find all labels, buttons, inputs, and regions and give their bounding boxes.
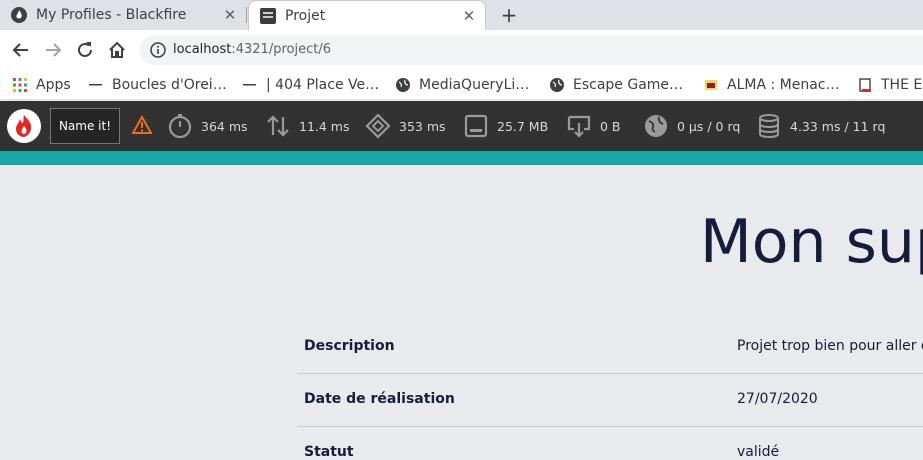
page-icon <box>857 77 873 93</box>
metric-io-time[interactable]: 11.4 ms <box>265 112 350 140</box>
detail-row-date: Date de réalisation 27/07/2020 <box>298 374 923 427</box>
blackfire-favicon-icon <box>11 7 27 23</box>
bookmark-label: MediaQueryLi… <box>419 77 530 93</box>
detail-label: Description <box>304 338 395 354</box>
tab-divider <box>246 7 247 23</box>
home-icon[interactable] <box>106 39 128 61</box>
new-tab-button[interactable]: + <box>498 4 520 26</box>
bookmark-apps[interactable]: Apps <box>12 73 71 97</box>
metric-memory[interactable]: 25.7 MB <box>463 112 548 140</box>
metric-http[interactable]: 0 µs / 0 rq <box>643 112 740 140</box>
tab-title: My Profiles - Blackfire <box>36 7 187 23</box>
close-tab-icon[interactable]: ✕ <box>220 6 240 24</box>
bookmark-escape-game[interactable]: Escape Game… <box>549 73 683 97</box>
bookmark-label: Apps <box>36 77 71 93</box>
name-it-button[interactable]: Name it! <box>50 108 120 144</box>
metric-value: 364 ms <box>201 118 248 134</box>
io-arrows-icon <box>267 115 289 137</box>
metric-sql[interactable]: 4.33 ms / 11 rq <box>756 112 885 140</box>
bookmark-boucles[interactable]: Boucles d'Orei… <box>88 73 227 97</box>
network-icon <box>567 115 591 138</box>
database-icon <box>759 114 779 139</box>
bookmark-label: Boucles d'Orei… <box>112 77 227 93</box>
bookmark-the-es[interactable]: THE ES <box>857 73 923 97</box>
tab-title: Projet <box>285 7 326 24</box>
apps-grid-icon <box>12 77 28 93</box>
metric-value: 4.33 ms / 11 rq <box>790 118 886 134</box>
blackfire-toolbar: Name it! 364 ms 11.4 ms 353 ms 25.7 MB 0… <box>0 101 923 151</box>
http-globe-icon <box>645 115 667 137</box>
metric-value: 25.7 MB <box>497 118 549 134</box>
globe-icon <box>549 77 565 93</box>
metric-value: 0 µs / 0 rq <box>677 118 741 134</box>
bookmark-label: ALMA : Menac… <box>727 77 840 93</box>
metric-cpu-time[interactable]: 353 ms <box>365 112 446 140</box>
tab-my-profiles-blackfire[interactable]: My Profiles - Blackfire ✕ <box>0 0 246 30</box>
metric-wall-time[interactable]: 364 ms <box>167 112 248 140</box>
blackfire-flame-icon[interactable] <box>7 109 41 143</box>
warning-icon[interactable] <box>131 114 153 139</box>
detail-row-status: Statut validé <box>298 427 923 460</box>
bookmark-mediaqueryli[interactable]: MediaQueryLi… <box>395 73 529 97</box>
back-arrow-icon[interactable] <box>10 39 32 61</box>
metric-network[interactable]: 0 B <box>566 112 621 140</box>
bookmark-label: | 404 Place Ve… <box>266 77 380 93</box>
page-favicon-icon <box>260 7 276 24</box>
cpu-icon <box>365 113 391 139</box>
detail-value: Projet trop bien pour aller da <box>737 338 923 354</box>
alma-icon <box>703 77 719 93</box>
tab-projet[interactable]: Projet ✕ <box>248 0 486 30</box>
url-text: localhost:4321/project/6 <box>173 42 331 57</box>
project-page: Mon sup Description Projet trop bien pou… <box>0 165 923 460</box>
detail-label: Statut <box>304 444 354 460</box>
dash-icon <box>88 77 104 93</box>
address-bar[interactable]: localhost:4321/project/6 <box>140 35 923 65</box>
metric-value: 0 B <box>600 118 621 134</box>
bookmarks-bar: Apps Boucles d'Orei… | 404 Place Ve… Med… <box>0 70 923 100</box>
bookmark-alma[interactable]: ALMA : Menac… <box>703 73 840 97</box>
close-tab-icon[interactable]: ✕ <box>459 7 479 25</box>
forward-arrow-icon[interactable] <box>42 39 64 61</box>
site-info-icon[interactable] <box>150 42 166 62</box>
detail-label: Date de réalisation <box>304 391 455 407</box>
metric-value: 353 ms <box>399 118 446 134</box>
stopwatch-icon <box>168 114 192 139</box>
detail-value: 27/07/2020 <box>737 391 818 407</box>
tab-strip: My Profiles - Blackfire ✕ Projet ✕ + <box>0 0 923 30</box>
detail-value: validé <box>737 444 780 460</box>
bookmark-label: Escape Game… <box>573 77 684 93</box>
url-host: localhost <box>173 42 232 57</box>
dash-icon <box>242 77 258 93</box>
memory-icon <box>464 114 488 138</box>
site-header-accent-bar <box>0 151 923 165</box>
metric-value: 11.4 ms <box>299 118 350 134</box>
browser-toolbar: localhost:4321/project/6 <box>0 30 923 70</box>
globe-icon <box>395 77 411 93</box>
bookmark-label: THE ES <box>881 77 923 93</box>
bookmark-404-place[interactable]: | 404 Place Ve… <box>242 73 379 97</box>
detail-row-description: Description Projet trop bien pour aller … <box>298 321 923 374</box>
page-title: Mon sup <box>700 207 923 277</box>
url-path: :4321/project/6 <box>231 42 331 57</box>
reload-icon[interactable] <box>74 39 96 61</box>
